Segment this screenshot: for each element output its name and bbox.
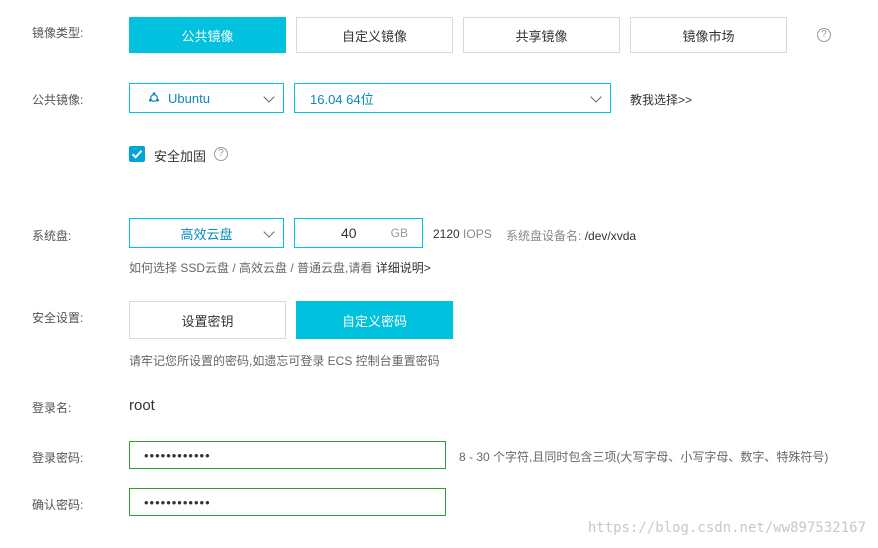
- help-me-choose-link[interactable]: 教我选择>>: [630, 91, 692, 108]
- iops-unit: IOPS: [463, 227, 492, 241]
- os-select[interactable]: Ubuntu: [129, 83, 284, 113]
- login-name-value: root: [129, 397, 155, 414]
- tab-public-image[interactable]: 公共镜像: [129, 17, 286, 53]
- security-hardening-checkbox[interactable]: [129, 146, 145, 162]
- chevron-down-icon: [590, 91, 602, 103]
- version-select[interactable]: 16.04 64位: [294, 83, 611, 113]
- disk-type-hint-text: 如何选择 SSD云盘 / 高效云盘 / 普通云盘,请看: [129, 261, 373, 275]
- tab-image-market[interactable]: 镜像市场: [630, 17, 787, 53]
- security-settings-label: 安全设置:: [32, 311, 84, 325]
- system-disk-label: 系统盘:: [32, 229, 72, 243]
- chevron-down-icon: [263, 91, 275, 103]
- ubuntu-icon: [148, 92, 160, 104]
- password-rule-hint: 8 - 30 个字符,且同时包含三项(大写字母、小写字母、数字、特殊符号): [459, 450, 829, 464]
- chevron-down-icon: [263, 226, 275, 238]
- confirm-password-value: ••••••••••••: [144, 494, 211, 510]
- public-image-label: 公共镜像:: [32, 93, 84, 107]
- confirm-password-input[interactable]: ••••••••••••: [129, 488, 446, 516]
- disk-size-input[interactable]: 40 GB: [294, 218, 423, 248]
- device-name: 系统盘设备名: /dev/xvda: [506, 227, 636, 244]
- custom-password-button[interactable]: 自定义密码: [296, 301, 453, 339]
- disk-type-value: 高效云盘: [180, 226, 233, 242]
- help-icon[interactable]: ?: [817, 28, 831, 42]
- disk-size-unit: GB: [390, 226, 408, 240]
- set-key-button[interactable]: 设置密钥: [129, 301, 286, 339]
- confirm-password-label: 确认密码:: [32, 498, 84, 512]
- login-name-label: 登录名:: [32, 401, 72, 415]
- device-name-label: 系统盘设备名:: [506, 229, 582, 243]
- tab-custom-image[interactable]: 自定义镜像: [296, 17, 453, 53]
- tab-shared-image[interactable]: 共享镜像: [463, 17, 620, 53]
- device-name-value: /dev/xvda: [584, 229, 637, 243]
- password-reminder-hint: 请牢记您所设置的密码,如遗忘可登录 ECS 控制台重置密码: [129, 354, 440, 368]
- disk-type-hint: 如何选择 SSD云盘 / 高效云盘 / 普通云盘,请看 详细说明>: [129, 259, 431, 276]
- watermark: https://blog.csdn.net/ww897532167: [587, 520, 866, 536]
- image-type-label: 镜像类型:: [32, 26, 84, 40]
- iops-value: 2120: [433, 227, 460, 241]
- os-select-value: Ubuntu: [168, 90, 210, 106]
- version-select-value: 16.04 64位: [310, 91, 374, 107]
- help-icon[interactable]: ?: [214, 147, 228, 161]
- checkmark-icon: [131, 150, 143, 159]
- login-password-value: ••••••••••••: [144, 447, 211, 463]
- disk-type-select[interactable]: 高效云盘: [129, 218, 284, 248]
- iops-readout: 2120 IOPS: [433, 227, 492, 241]
- login-password-input[interactable]: ••••••••••••: [129, 441, 446, 469]
- disk-type-detail-link[interactable]: 详细说明>: [376, 261, 431, 275]
- disk-size-value: 40: [341, 225, 357, 241]
- login-password-label: 登录密码:: [32, 451, 84, 465]
- security-hardening-label: 安全加固: [154, 149, 207, 164]
